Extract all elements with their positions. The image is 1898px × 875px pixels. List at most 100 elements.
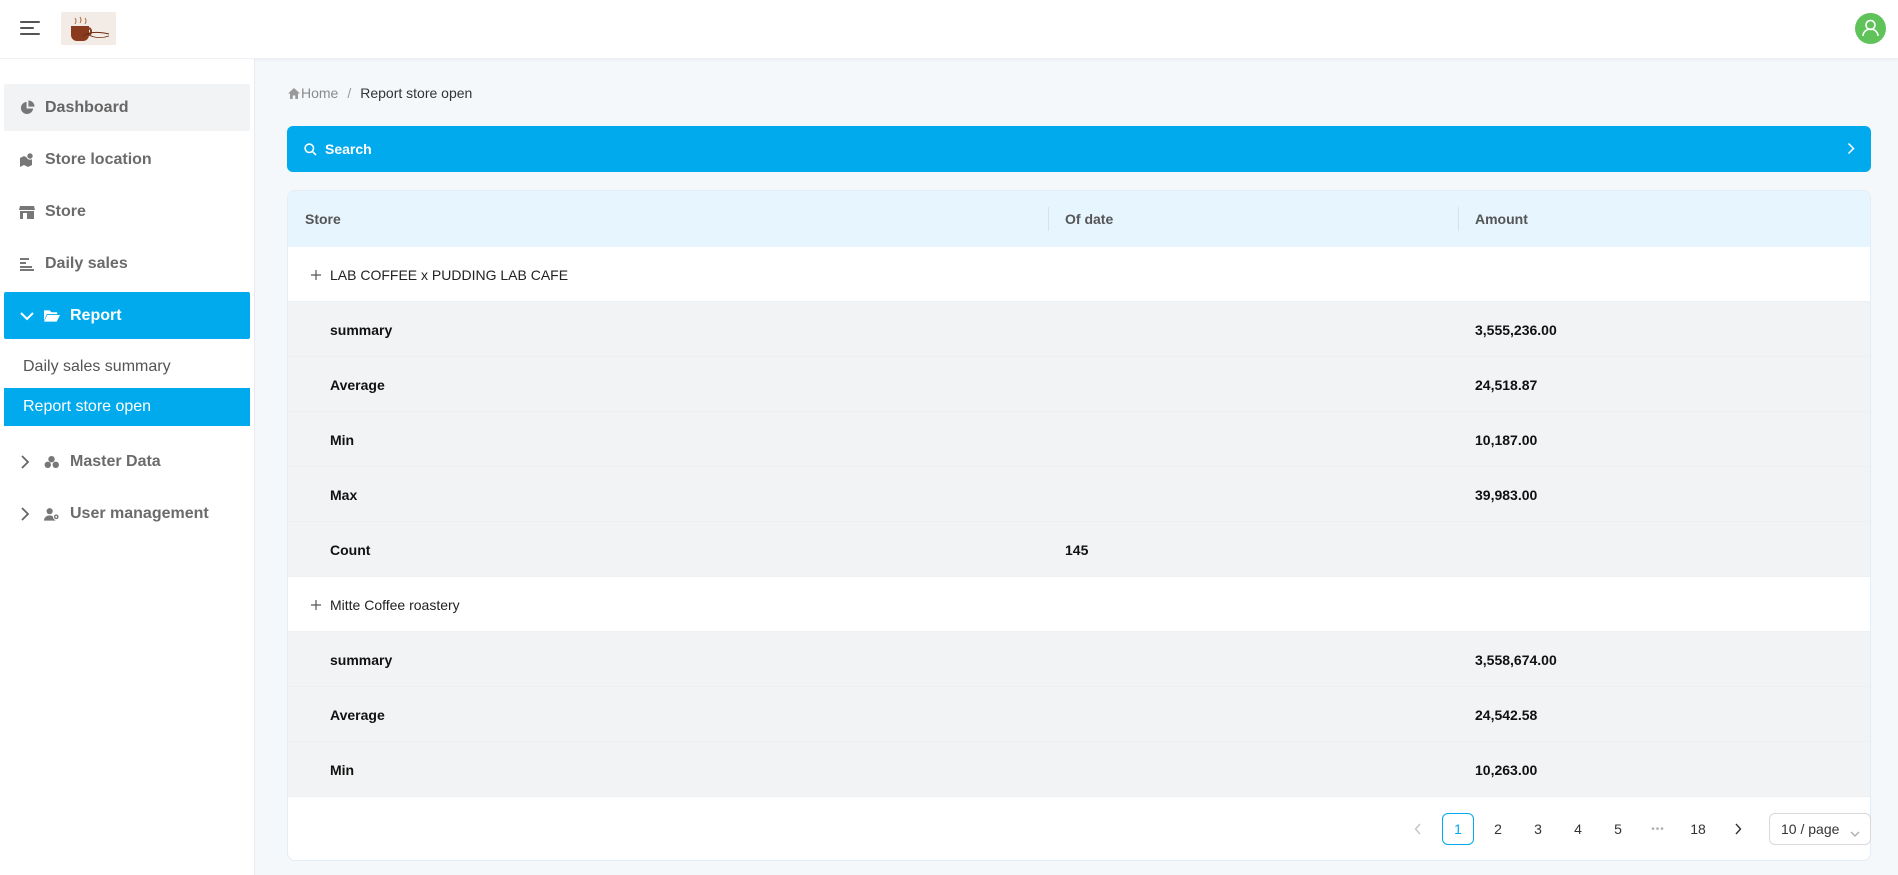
- breadcrumb-current: Report store open: [360, 85, 473, 101]
- sidebar-item-label: Daily sales: [45, 254, 128, 272]
- chevron-right-icon: [1847, 142, 1855, 158]
- sidebar-subitem-report-store-open[interactable]: Report store open: [4, 388, 250, 426]
- table-group-row[interactable]: LAB COFFEE x PUDDING LAB CAFE: [288, 247, 1870, 302]
- column-header-of-date: Of date: [1065, 211, 1114, 227]
- sidebar-item-daily-sales[interactable]: Daily sales: [4, 240, 250, 287]
- table-row: summary 3,558,674.00: [288, 632, 1870, 687]
- stat-of-date: 145: [1065, 541, 1089, 558]
- pagination-page-4[interactable]: 4: [1562, 813, 1594, 845]
- table-row: Average 24,518.87: [288, 357, 1870, 412]
- column-header-amount: Amount: [1475, 211, 1528, 227]
- chevron-right-icon: [1735, 823, 1742, 835]
- stat-label: summary: [330, 651, 393, 668]
- pagination-page-3[interactable]: 3: [1522, 813, 1554, 845]
- sidebar-item-label: Store: [45, 202, 86, 220]
- page-number: 4: [1574, 821, 1582, 837]
- pagination-next-button[interactable]: [1722, 813, 1754, 845]
- sidebar: Dashboard Store location Store Daily sal…: [0, 59, 255, 875]
- column-header-store: Store: [305, 211, 341, 227]
- stat-label: Average: [330, 376, 385, 393]
- sidebar-item-label: Dashboard: [45, 98, 129, 116]
- column-divider: [1048, 207, 1049, 231]
- table-row: Min 10,187.00: [288, 412, 1870, 467]
- stat-amount: 10,263.00: [1475, 761, 1538, 778]
- expand-plus-icon[interactable]: [308, 267, 323, 282]
- breadcrumb: Home / Report store open: [288, 85, 472, 101]
- page-size-select[interactable]: 10 / page: [1769, 813, 1871, 845]
- pagination-page-1[interactable]: 1: [1442, 813, 1474, 845]
- shop-icon: [19, 204, 35, 220]
- sidebar-item-store[interactable]: Store: [4, 188, 250, 235]
- page-size-value: 10 / page: [1781, 821, 1840, 837]
- page-number: 2: [1494, 821, 1502, 837]
- stat-amount: 39,983.00: [1475, 486, 1538, 503]
- stat-label: Average: [330, 706, 385, 723]
- sidebar-item-label: Report: [70, 306, 122, 324]
- logo-icon: [61, 12, 116, 45]
- page-number: 18: [1690, 821, 1706, 837]
- sidebar-subitem-label: Report store open: [23, 398, 152, 415]
- table-row: Count 145: [288, 522, 1870, 577]
- coffee-shop-logo[interactable]: [61, 12, 116, 45]
- table-row: Average 24,542.58: [288, 687, 1870, 742]
- column-divider: [1458, 207, 1459, 231]
- stat-label: Min: [330, 431, 355, 448]
- menu-toggle-button[interactable]: [20, 19, 42, 37]
- home-icon: [288, 87, 300, 99]
- top-header: [0, 0, 1898, 59]
- pie-chart-icon: [19, 100, 35, 116]
- stat-amount: 3,555,236.00: [1475, 321, 1557, 338]
- chevron-down-icon: [1850, 825, 1860, 841]
- chevron-right-icon: [20, 506, 38, 521]
- breadcrumb-separator: /: [347, 85, 352, 101]
- page-number: 1: [1454, 821, 1462, 837]
- stat-label: Max: [330, 486, 358, 503]
- search-panel-label: Search: [325, 141, 372, 157]
- stat-amount: 24,518.87: [1475, 376, 1538, 393]
- pagination-page-2[interactable]: 2: [1482, 813, 1514, 845]
- sidebar-subitem-label: Daily sales summary: [23, 358, 171, 375]
- stat-label: summary: [330, 321, 393, 338]
- chevron-down-icon: [20, 311, 38, 321]
- stat-amount: 3,558,674.00: [1475, 651, 1557, 668]
- bar-list-icon: [19, 256, 35, 272]
- stat-label: Min: [330, 761, 355, 778]
- sidebar-item-user-management[interactable]: User management: [4, 490, 250, 537]
- user-gear-icon: [44, 506, 60, 522]
- store-name: Mitte Coffee roastery: [330, 596, 460, 613]
- stat-amount: 10,187.00: [1475, 431, 1538, 448]
- pagination-page-last[interactable]: 18: [1682, 813, 1714, 845]
- table-row: summary 3,555,236.00: [288, 302, 1870, 357]
- chevron-left-icon: [1414, 823, 1421, 835]
- page-number: 3: [1534, 821, 1542, 837]
- breadcrumb-home-link[interactable]: Home: [288, 85, 338, 101]
- table-group-row[interactable]: Mitte Coffee roastery: [288, 577, 1870, 632]
- table-header: Store Of date Amount: [288, 191, 1870, 247]
- ellipsis-icon: •••: [1651, 823, 1665, 835]
- pagination-prev-button[interactable]: [1402, 813, 1434, 845]
- folder-open-icon: [44, 308, 60, 324]
- table-row: Max 39,983.00: [288, 467, 1870, 522]
- sidebar-item-label: Master Data: [70, 452, 161, 470]
- stat-label: Count: [330, 541, 371, 558]
- search-icon: [304, 142, 317, 156]
- pagination-jump-next[interactable]: •••: [1642, 813, 1674, 845]
- report-table-card: Store Of date Amount LAB COFFEE x PUDDIN…: [287, 190, 1871, 861]
- map-location-icon: [19, 152, 35, 168]
- table-row: Min 10,263.00: [288, 742, 1870, 797]
- sidebar-subitem-daily-sales-summary[interactable]: Daily sales summary: [4, 348, 250, 386]
- user-avatar[interactable]: [1855, 13, 1886, 44]
- sidebar-item-master-data[interactable]: Master Data: [4, 438, 250, 485]
- sidebar-item-store-location[interactable]: Store location: [4, 136, 250, 183]
- stat-amount: 24,542.58: [1475, 706, 1538, 723]
- coins-icon: [44, 454, 60, 470]
- sidebar-item-report[interactable]: Report: [4, 292, 250, 339]
- page-number: 5: [1614, 821, 1622, 837]
- search-panel-toggle[interactable]: Search: [287, 126, 1871, 172]
- user-icon: [1862, 19, 1879, 37]
- store-name: LAB COFFEE x PUDDING LAB CAFE: [330, 266, 569, 283]
- expand-plus-icon[interactable]: [308, 597, 323, 612]
- sidebar-item-label: Store location: [45, 150, 152, 168]
- pagination-page-5[interactable]: 5: [1602, 813, 1634, 845]
- sidebar-item-dashboard[interactable]: Dashboard: [4, 84, 250, 131]
